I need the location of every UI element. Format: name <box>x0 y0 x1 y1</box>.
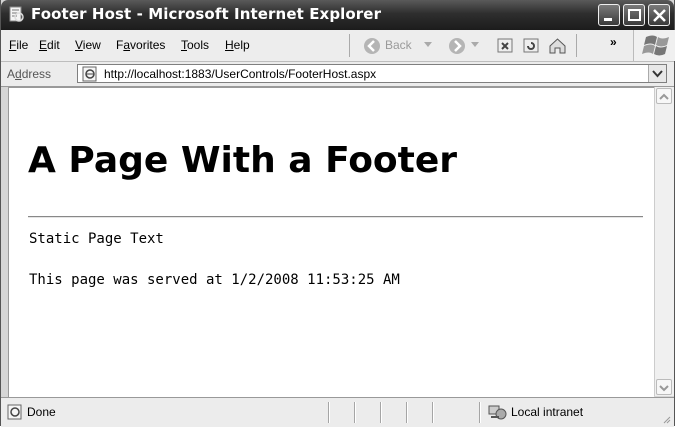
minimize-icon <box>604 18 612 21</box>
static-page-text: Static Page Text <box>29 231 164 247</box>
back-button-label[interactable]: Back <box>385 38 412 52</box>
close-button[interactable] <box>648 4 670 26</box>
address-bar: Address http://localhost:1883/UserContro… <box>1 62 674 87</box>
forward-dropdown-icon[interactable] <box>471 42 479 48</box>
window-title: Footer Host - Microsoft Internet Explore… <box>31 5 382 23</box>
scroll-down-button[interactable] <box>656 379 672 395</box>
page-heading: A Page With a Footer <box>28 140 458 181</box>
home-icon[interactable] <box>548 36 567 55</box>
toolbar-overflow-chevron-icon[interactable]: » <box>610 35 617 49</box>
menu-view[interactable]: View <box>75 38 101 52</box>
refresh-icon[interactable] <box>523 37 540 54</box>
status-bar: Done Local intranet <box>1 397 674 427</box>
address-url[interactable]: http://localhost:1883/UserControls/Foote… <box>104 67 376 81</box>
maximize-icon <box>628 9 641 21</box>
vertical-scrollbar[interactable] <box>654 87 674 396</box>
windows-logo <box>633 30 675 61</box>
chevron-down-icon <box>652 70 663 78</box>
status-pane-divider <box>328 402 330 423</box>
back-arrow-icon[interactable] <box>363 37 381 55</box>
status-pane-divider <box>380 402 382 423</box>
forward-arrow-icon[interactable] <box>448 37 466 55</box>
maximize-button[interactable] <box>623 4 645 26</box>
status-text: Done <box>27 405 56 419</box>
page-content: A Page With a Footer Static Page Text Th… <box>8 87 654 397</box>
address-input[interactable]: http://localhost:1883/UserControls/Foote… <box>77 64 667 83</box>
browser-window: Footer Host - Microsoft Internet Explore… <box>0 0 675 427</box>
ie-page-icon <box>82 66 97 82</box>
served-time-text: This page was served at 1/2/2008 11:53:2… <box>29 272 400 288</box>
local-intranet-icon <box>488 405 507 420</box>
toolbar-separator <box>349 34 350 57</box>
menu-help[interactable]: Help <box>225 38 250 52</box>
resize-grip-icon[interactable] <box>661 414 671 424</box>
menu-favorites[interactable]: Favorites <box>116 38 165 52</box>
toolbar-separator-2 <box>576 34 577 57</box>
back-dropdown-icon[interactable] <box>424 42 432 48</box>
address-label: Address <box>7 67 52 81</box>
address-dropdown-button[interactable] <box>648 65 666 82</box>
menu-bar: File Edit View Favorites Tools Help Back… <box>1 30 674 62</box>
menu-edit[interactable]: Edit <box>39 38 60 52</box>
minimize-button[interactable] <box>598 4 620 26</box>
status-pane-divider <box>406 402 408 423</box>
scroll-up-button[interactable] <box>656 88 672 104</box>
status-pane-divider <box>479 402 481 423</box>
close-icon <box>653 9 666 22</box>
ie-page-icon <box>7 404 22 420</box>
stop-icon[interactable] <box>497 37 514 54</box>
menu-file[interactable]: File <box>9 38 28 52</box>
security-zone-label: Local intranet <box>511 405 584 419</box>
windows-flag-icon <box>642 35 669 56</box>
status-pane-divider <box>432 402 434 423</box>
status-pane-divider <box>354 402 356 423</box>
ie-page-icon <box>9 6 24 22</box>
horizontal-rule <box>28 216 643 218</box>
title-bar[interactable]: Footer Host - Microsoft Internet Explore… <box>1 0 674 30</box>
menu-tools[interactable]: Tools <box>181 38 209 52</box>
chevron-up-icon <box>659 93 669 100</box>
chevron-down-icon <box>659 385 669 392</box>
